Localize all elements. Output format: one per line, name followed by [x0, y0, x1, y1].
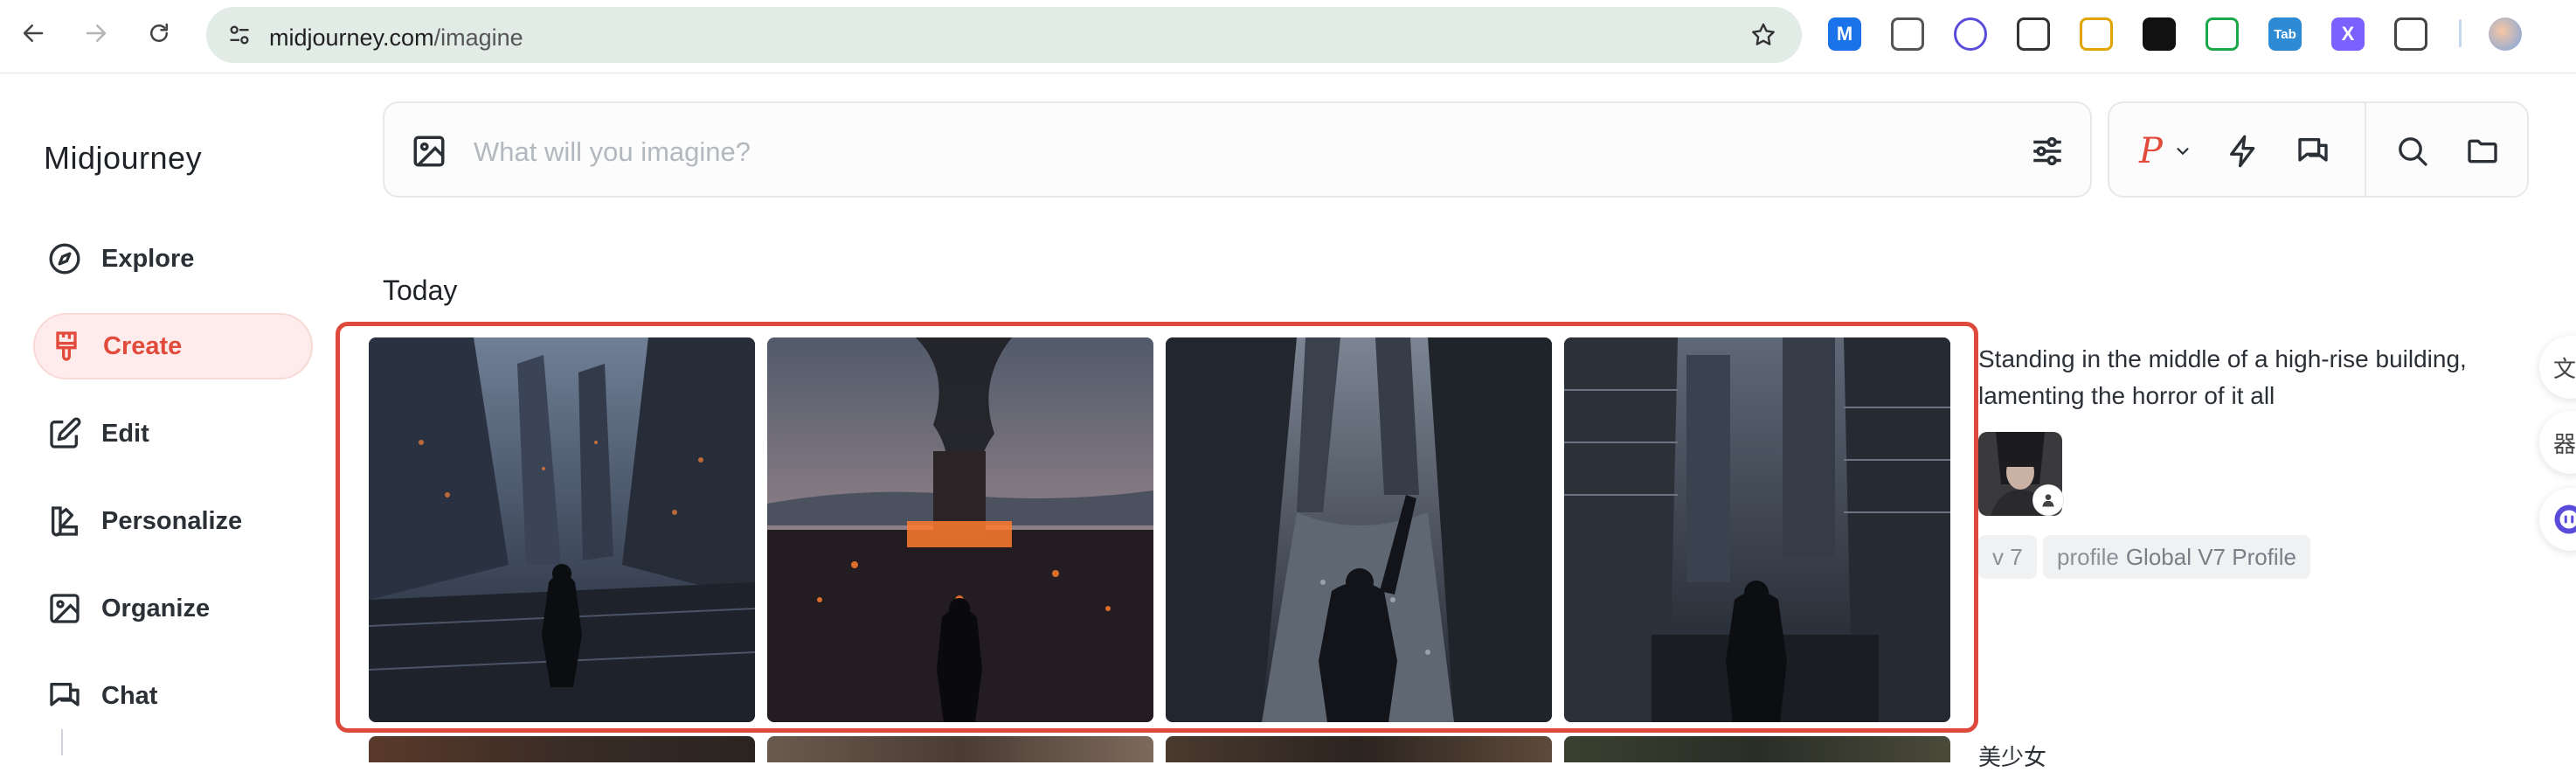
puzzle-extension-icon[interactable]	[2394, 17, 2427, 51]
sliders-icon[interactable]	[2029, 133, 2066, 170]
sidebar-item-organize[interactable]: Organize	[33, 575, 313, 642]
url-path: /imagine	[434, 24, 523, 51]
x-extension-icon[interactable]: X	[2331, 17, 2365, 51]
speed-button[interactable]	[2223, 131, 2263, 171]
palette-icon	[45, 502, 84, 540]
reload-icon	[146, 20, 172, 46]
brush-icon	[47, 327, 86, 365]
person-badge-icon	[2032, 484, 2064, 516]
sidebar-item-chat[interactable]: Chat	[33, 663, 313, 729]
personalize-p-icon: P	[2139, 131, 2163, 171]
tools-divider	[2365, 103, 2366, 196]
generated-image-row2-2[interactable]	[767, 736, 1153, 762]
forward-arrow-icon	[83, 20, 109, 46]
generated-image-row2-3[interactable]	[1166, 736, 1552, 762]
apps-icon: 器	[2553, 427, 2576, 459]
back-button[interactable]	[16, 16, 51, 51]
edit-icon	[45, 414, 84, 453]
browser-toolbar: midjourney.com/imagine M Tab X	[0, 0, 2576, 73]
image-upload-icon[interactable]	[411, 133, 447, 170]
sidebar-item-label: Explore	[101, 245, 194, 274]
translate-float-button[interactable]: 文	[2539, 336, 2576, 399]
sidebar-item-label: Edit	[101, 420, 149, 449]
lightning-icon	[2226, 134, 2261, 169]
compass-icon	[45, 240, 84, 278]
job-prompt-text[interactable]: Standing in the middle of a high-rise bu…	[1978, 341, 2520, 414]
version-chip[interactable]: v 7	[1978, 535, 2037, 579]
back-arrow-icon	[20, 20, 46, 46]
generated-image-2[interactable]	[767, 337, 1153, 722]
profile-chip[interactable]: profile Global V7 Profile	[2043, 535, 2310, 579]
generated-image-3[interactable]	[1166, 337, 1552, 722]
eyes-extension-icon[interactable]	[1954, 17, 1987, 51]
sidebar-item-personalize[interactable]: Personalize	[33, 488, 313, 554]
sidebar-item-label: Personalize	[101, 507, 242, 536]
translate-icon: 文	[2553, 351, 2576, 384]
fox-extension-icon[interactable]	[2080, 17, 2113, 51]
qr-extension-icon[interactable]	[2017, 17, 2050, 51]
prompt-input[interactable]: What will you imagine?	[474, 136, 751, 168]
profile-chip-prefix: profile	[2057, 544, 2119, 571]
profile-avatar-icon[interactable]	[2489, 17, 2522, 51]
dots-extension-icon[interactable]	[2143, 17, 2176, 51]
chat-bubbles-icon	[2296, 134, 2330, 169]
prompt-tools: P	[2108, 101, 2529, 198]
next-job-prompt[interactable]: 美少女	[1978, 740, 2046, 772]
search-button[interactable]	[2392, 131, 2433, 171]
shield-extension-icon[interactable]	[2206, 17, 2239, 51]
section-heading-today: Today	[383, 275, 457, 307]
sidebar: Midjourney Explore Create Edit Personali…	[0, 73, 350, 755]
job-details: Standing in the middle of a high-rise bu…	[1978, 341, 2520, 414]
url-domain: midjourney.com	[269, 24, 434, 51]
generated-image-4[interactable]	[1564, 337, 1950, 722]
sidebar-item-label: Chat	[101, 682, 157, 711]
site-settings-icon[interactable]	[227, 23, 252, 47]
sidebar-item-label: Create	[103, 332, 182, 361]
m-extension-icon[interactable]: M	[1828, 17, 1861, 51]
url-text: midjourney.com/imagine	[269, 24, 523, 52]
chevron-down-icon	[2173, 142, 2192, 161]
forward-button[interactable]	[79, 16, 114, 51]
personalize-dropdown[interactable]: P	[2139, 131, 2209, 171]
folder-icon	[2465, 134, 2500, 169]
image-icon	[45, 589, 84, 628]
toolbar-divider	[2459, 19, 2462, 47]
folder-button[interactable]	[2462, 131, 2503, 171]
profile-chip-name: Global V7 Profile	[2126, 544, 2296, 571]
sidebar-item-edit[interactable]: Edit	[33, 400, 313, 467]
apps-float-button[interactable]: 器	[2539, 411, 2576, 474]
sidebar-item-explore[interactable]: Explore	[33, 226, 313, 292]
chat-icon	[45, 677, 84, 715]
copy-extension-icon[interactable]	[1891, 17, 1924, 51]
sidebar-subnav-line	[61, 729, 63, 755]
assistant-float-button[interactable]	[2539, 488, 2576, 551]
reload-button[interactable]	[142, 16, 177, 51]
bookmark-star-icon[interactable]	[1749, 21, 1777, 49]
sidebar-item-label: Organize	[101, 595, 210, 623]
prompt-bar[interactable]: What will you imagine?	[383, 101, 2092, 198]
assistant-eyes-icon	[2553, 504, 2576, 535]
address-bar[interactable]: midjourney.com/imagine	[206, 7, 1802, 63]
generated-image-1[interactable]	[369, 337, 755, 722]
brand-logo: Midjourney	[44, 140, 202, 177]
sidebar-item-create[interactable]: Create	[33, 313, 313, 379]
search-icon	[2395, 134, 2430, 169]
version-chip-label: v 7	[1992, 544, 2023, 571]
generated-image-row2-4[interactable]	[1564, 736, 1950, 762]
generated-image-row2-1[interactable]	[369, 736, 755, 762]
conversation-mode-button[interactable]	[2293, 131, 2333, 171]
tab-extension-icon[interactable]: Tab	[2268, 17, 2302, 51]
